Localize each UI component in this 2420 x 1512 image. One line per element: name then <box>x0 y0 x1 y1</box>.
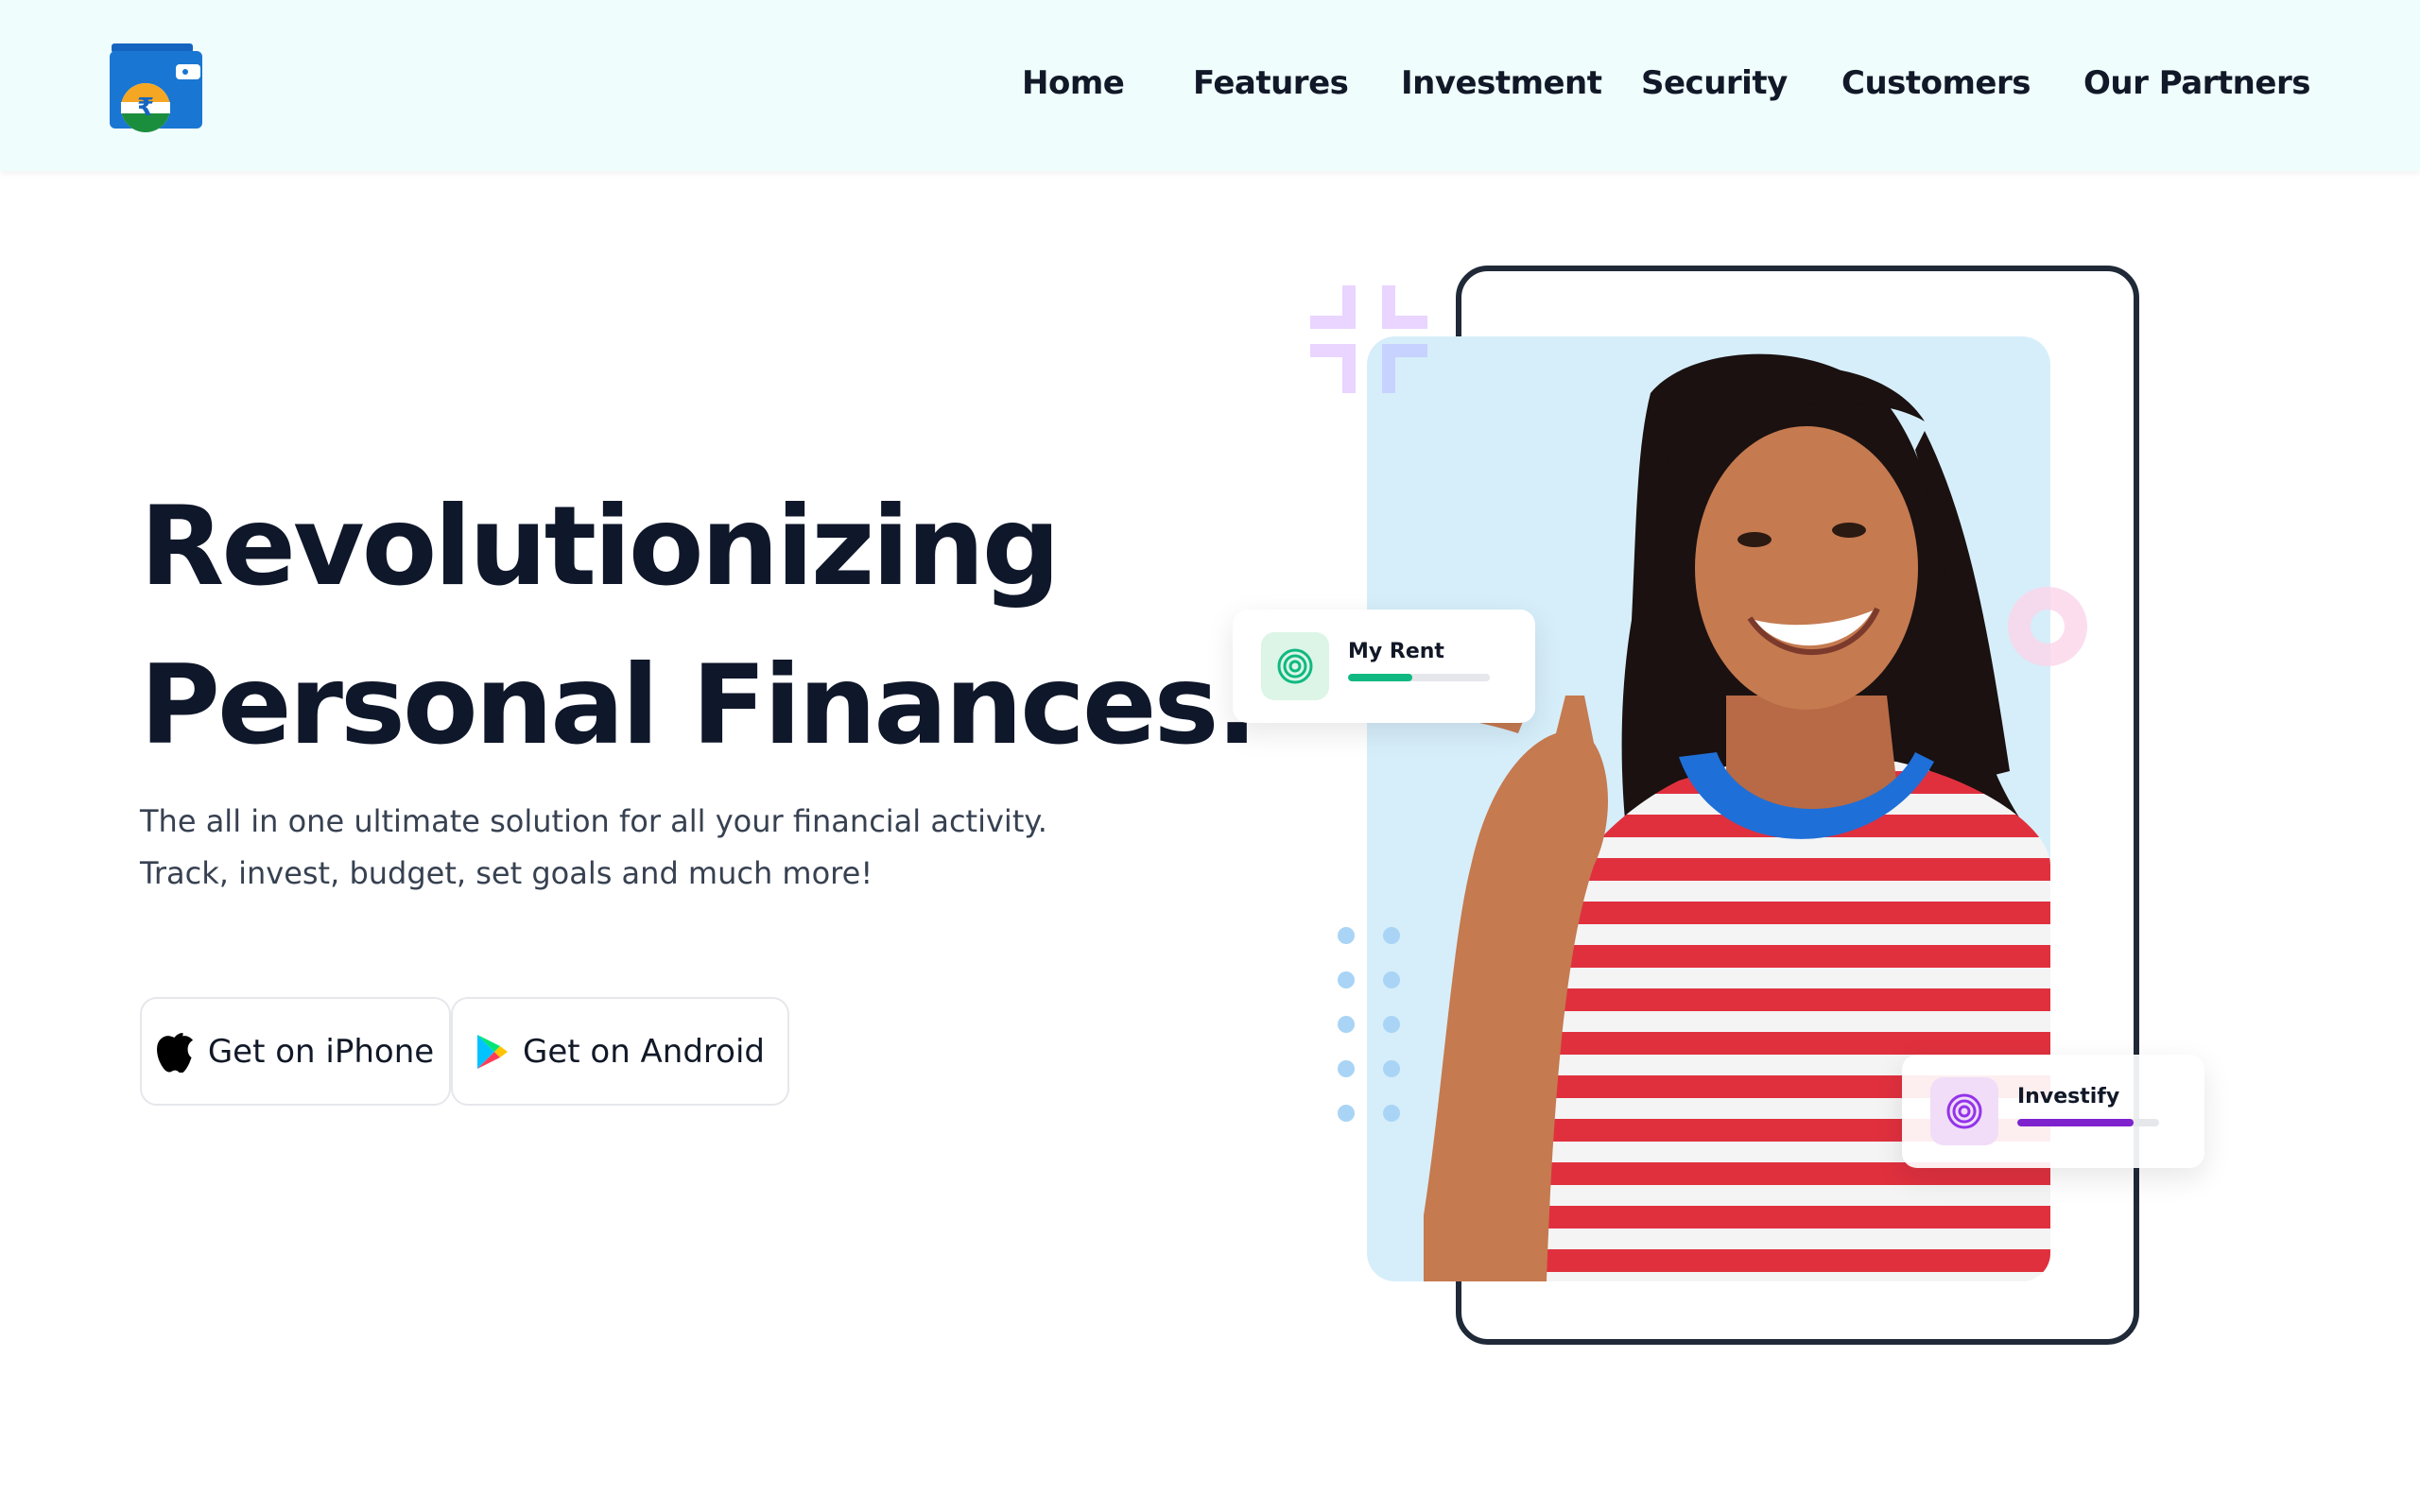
get-on-android-button[interactable]: Get on Android <box>451 997 789 1106</box>
hero-title: Revolutionizing Personal Finances. <box>140 468 1258 785</box>
nav-features[interactable]: Features <box>1193 64 1349 102</box>
my-rent-progress-bar <box>1348 674 1490 681</box>
ring-decoration-icon <box>2008 587 2087 666</box>
get-on-iphone-button[interactable]: Get on iPhone <box>140 997 451 1106</box>
nav-our-partners[interactable]: Our Partners <box>2083 64 2310 102</box>
iphone-button-label: Get on iPhone <box>207 1032 435 1071</box>
investify-card[interactable]: Investify <box>1902 1055 2204 1168</box>
google-play-icon <box>476 1034 508 1069</box>
hero-title-line-2: Personal Finances. <box>140 642 1258 769</box>
nav-investment[interactable]: Investment <box>1401 64 1602 102</box>
apple-icon <box>156 1032 193 1073</box>
target-icon <box>1261 632 1329 700</box>
nav-customers[interactable]: Customers <box>1841 64 2031 102</box>
my-rent-label: My Rent <box>1348 640 1444 663</box>
my-rent-card[interactable]: My Rent <box>1233 610 1535 723</box>
dot-grid-decoration-icon <box>1338 927 1400 1122</box>
nav-home[interactable]: Home <box>1022 64 1125 102</box>
investify-progress-bar <box>2017 1119 2159 1126</box>
investify-label: Investify <box>2017 1085 2120 1108</box>
site-header: ₹ Home Features Investment Security Cust… <box>0 0 2420 171</box>
hero-subtitle: The all in one ultimate solution for all… <box>140 803 1047 891</box>
hero-title-line-1: Revolutionizing <box>140 483 1061 610</box>
nav-security[interactable]: Security <box>1641 64 1788 102</box>
investify-progress-fill <box>2017 1119 2134 1126</box>
main-nav: Home Features Investment Security Custom… <box>0 64 2420 121</box>
target-icon <box>1930 1077 1998 1145</box>
my-rent-progress-fill <box>1348 674 1412 681</box>
sparkle-decoration-icon <box>1310 285 1427 393</box>
android-button-label: Get on Android <box>522 1032 765 1071</box>
